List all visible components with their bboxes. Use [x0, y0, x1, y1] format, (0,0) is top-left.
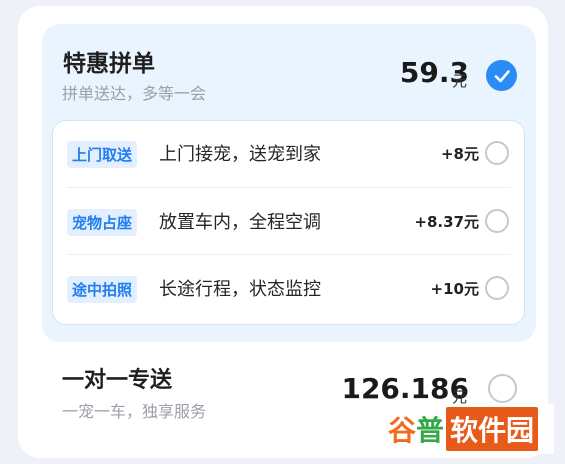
- watermark-part: 谷: [388, 414, 417, 447]
- direct-option-title: 一对一专送: [62, 368, 173, 393]
- checkmark-icon: [494, 69, 510, 82]
- direct-option-price: 126.186: [341, 372, 469, 405]
- watermark-logo: 谷 普 软件园: [388, 404, 554, 454]
- addon-price: +8.37元: [414, 213, 479, 231]
- pool-option-checkbox[interactable]: [486, 60, 517, 91]
- direct-option-radio[interactable]: [488, 374, 517, 403]
- addon-price: +8元: [440, 145, 479, 163]
- addon-description: 上门接宠，送宠到家: [159, 144, 321, 165]
- addon-description: 放置车内，全程空调: [159, 212, 321, 233]
- pool-option-subtitle: 拼单送达，多等一会: [62, 84, 207, 103]
- watermark-part: 软件园: [446, 407, 539, 451]
- pool-option-title: 特惠拼单: [63, 51, 155, 77]
- addon-radio[interactable]: [485, 209, 509, 233]
- addon-tag: 途中拍照: [67, 276, 138, 303]
- addon-row-photo[interactable]: 途中拍照 长途行程，状态监控 +10元: [67, 254, 511, 321]
- addon-price: +10元: [430, 280, 479, 298]
- addon-row-seat[interactable]: 宠物占座 放置车内，全程空调 +8.37元: [67, 187, 511, 254]
- watermark-part: 普: [416, 414, 445, 447]
- addon-description: 长途行程，状态监控: [159, 279, 321, 300]
- addon-radio[interactable]: [485, 141, 509, 165]
- addon-tag: 宠物占座: [67, 209, 138, 236]
- addon-row-pickup[interactable]: 上门取送 上门接宠，送宠到家 +8元: [67, 120, 511, 187]
- pool-option-unit: 元: [452, 72, 468, 90]
- addon-radio[interactable]: [485, 276, 509, 300]
- direct-option-subtitle: 一宠一车，独享服务: [62, 402, 207, 421]
- addon-tag: 上门取送: [67, 141, 138, 168]
